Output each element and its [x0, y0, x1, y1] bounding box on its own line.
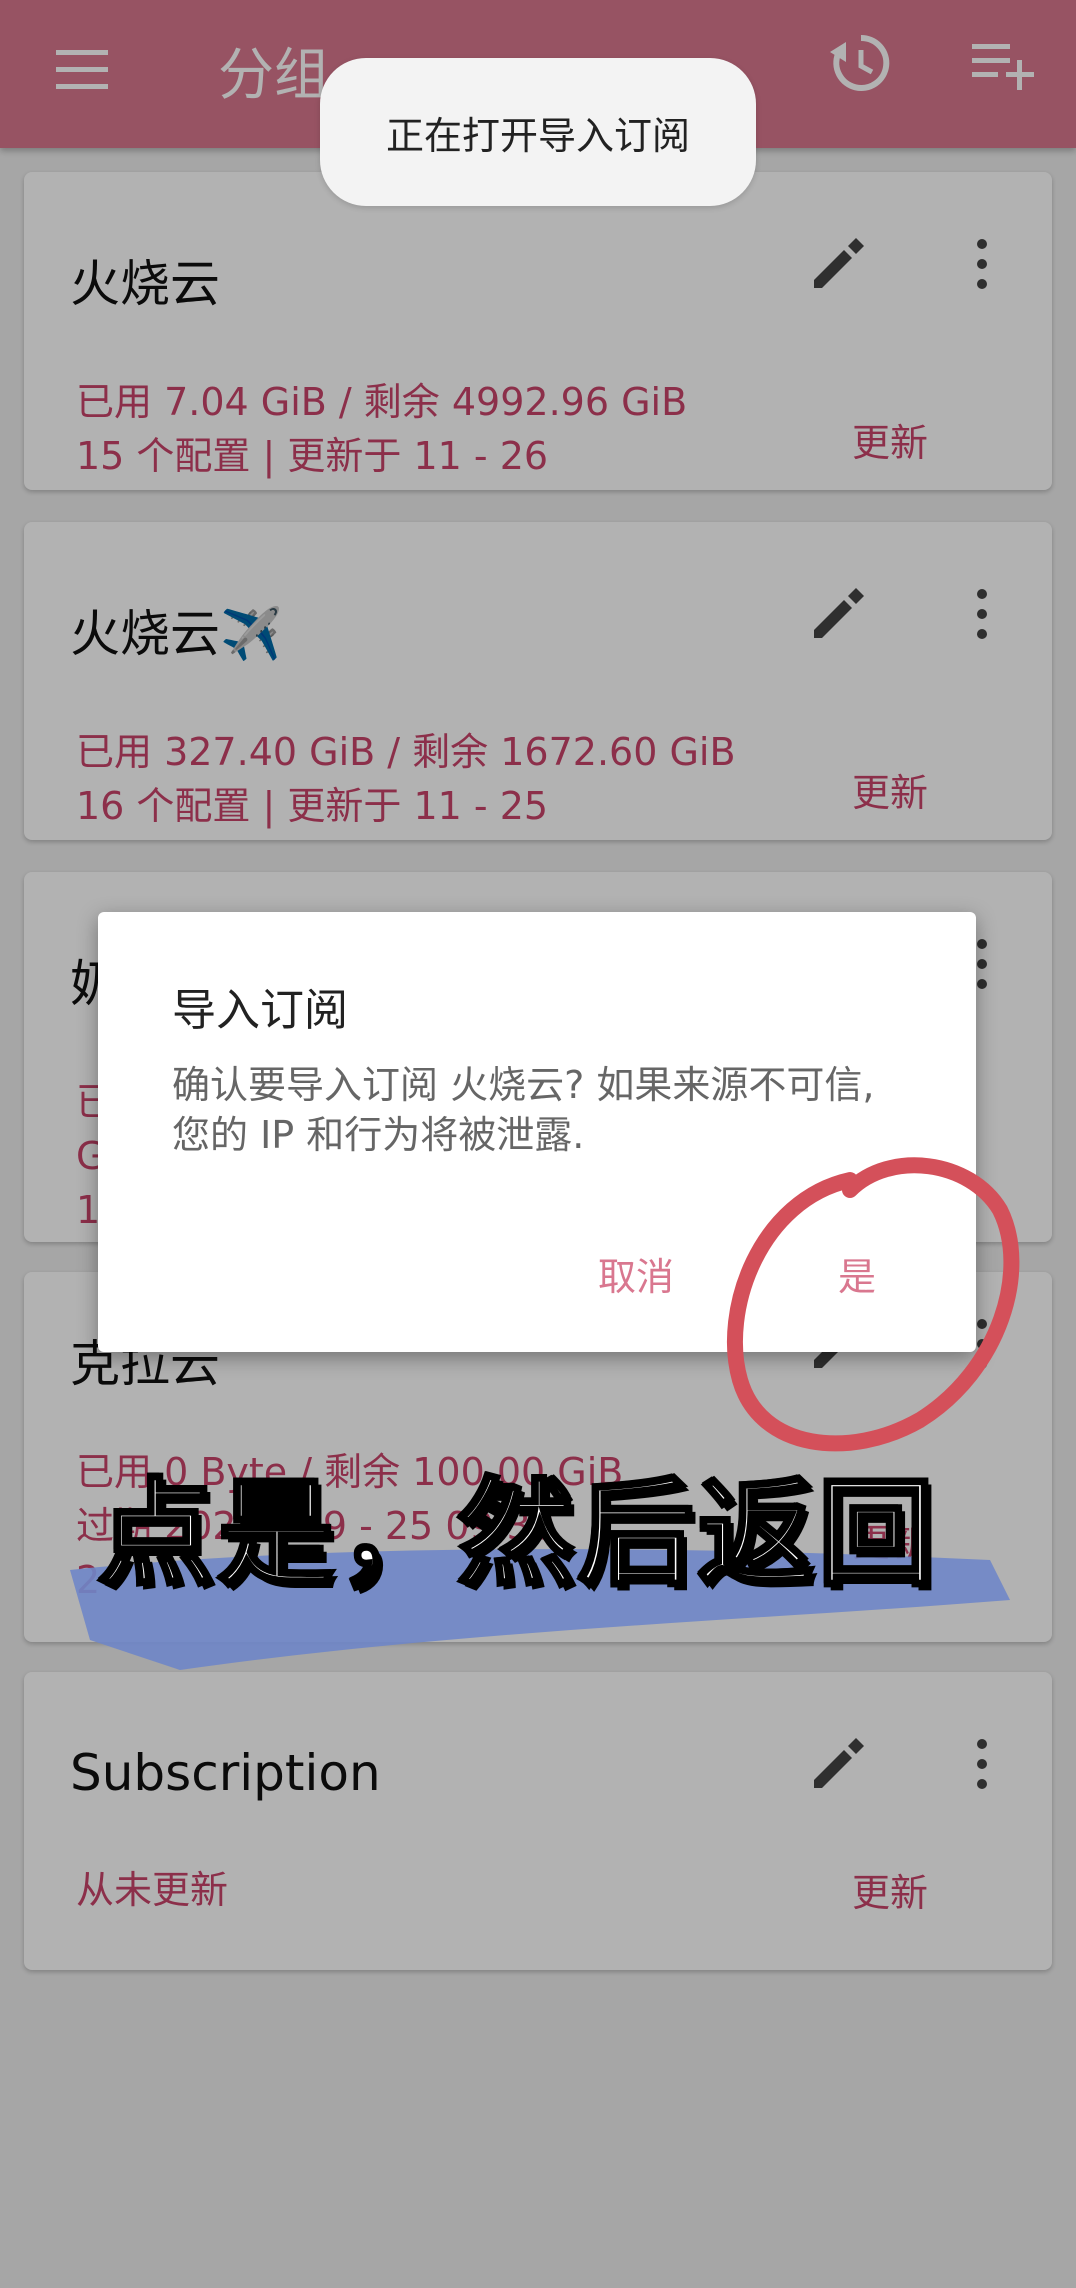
annotation-circle [726, 1157, 1020, 1452]
dialog-title: 导入订阅 [172, 985, 348, 1036]
caption-overlay: 点是，然后返回 [96, 1465, 938, 1604]
cancel-button[interactable]: 取消 [598, 1246, 674, 1301]
toast-message: 正在打开导入订阅 [320, 58, 756, 206]
dialog-message: 确认要导入订阅 火烧云? 如果来源不可信, 您的 IP 和行为将被泄露. [172, 1063, 875, 1157]
